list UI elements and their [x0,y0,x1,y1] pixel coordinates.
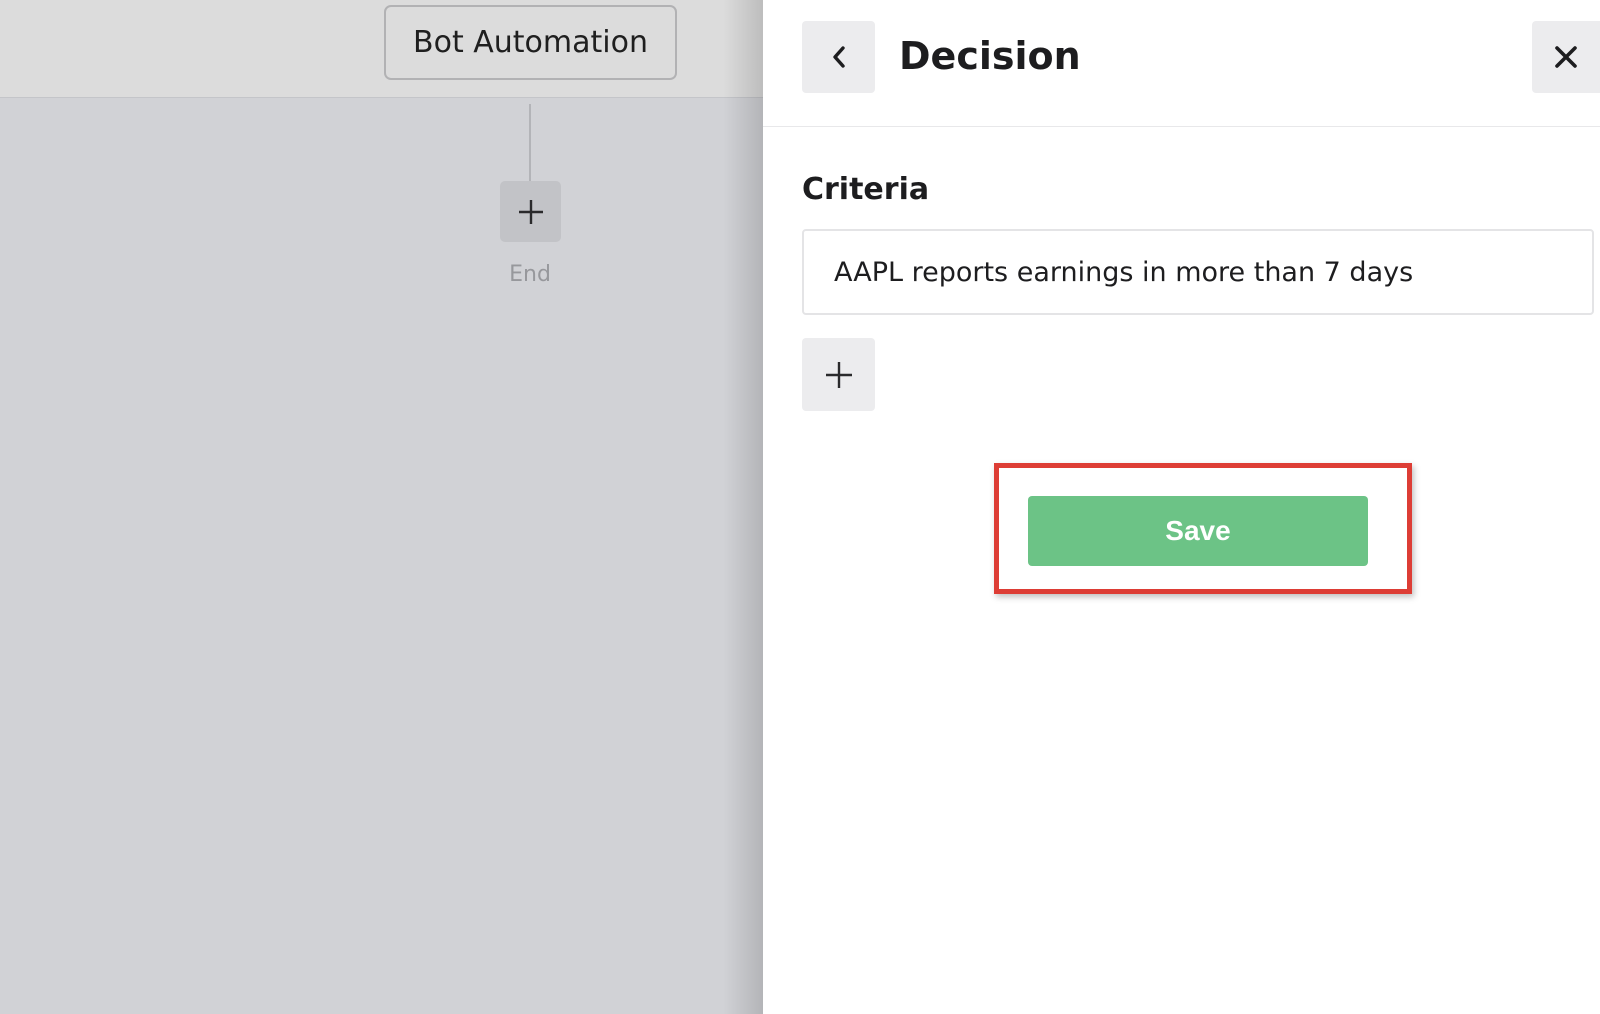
add-step-button[interactable] [500,181,561,242]
flow-connector-line [529,104,531,182]
save-button[interactable]: Save [1028,496,1368,566]
plus-icon [824,360,854,390]
close-button[interactable] [1532,21,1600,93]
criteria-input[interactable] [802,229,1594,315]
criteria-label: Criteria [802,172,930,207]
plus-icon [517,198,545,226]
decision-panel: Decision Criteria Save [763,0,1600,1014]
bot-node-label: Bot Automation [413,25,648,60]
app-window: Bot Automation End Decision Criteria AAP… [0,0,1600,1014]
panel-header: Decision [763,0,1600,127]
end-label: End [509,262,551,287]
canvas-header: Bot Automation [0,0,763,98]
workflow-canvas: Bot Automation End [0,0,763,1014]
close-icon [1553,44,1579,70]
panel-shadow [723,0,763,1014]
chevron-left-icon [829,44,849,70]
add-criteria-button[interactable] [802,338,875,411]
bot-automation-node[interactable]: Bot Automation [384,5,677,80]
back-button[interactable] [802,21,875,93]
panel-title: Decision [899,34,1081,78]
